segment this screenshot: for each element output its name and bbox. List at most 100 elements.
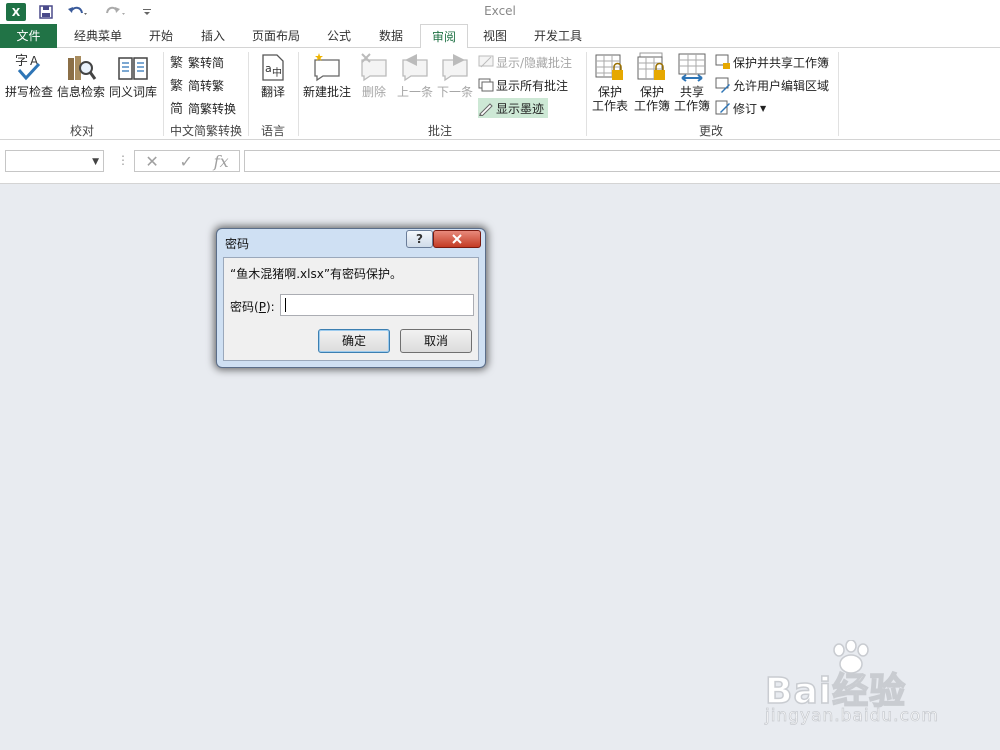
formula-input[interactable] bbox=[244, 150, 1000, 172]
tab-page-layout[interactable]: 页面布局 bbox=[244, 24, 308, 48]
spell-check-label: 拼写检查 bbox=[4, 85, 53, 99]
protect-workbook-label-2: 工作簿 bbox=[633, 99, 670, 113]
share-workbook-icon bbox=[678, 53, 706, 82]
close-button[interactable] bbox=[433, 230, 481, 248]
group-divider bbox=[163, 52, 164, 136]
ribbon-review: 字A 拼写检查 信息检索 同义词库 校对 繁 繁转简 繁 简转繁 简 简繁转换 … bbox=[0, 48, 1000, 140]
protect-sheet-label-2: 工作表 bbox=[591, 99, 628, 113]
share-workbook-label-1: 共享 bbox=[679, 85, 704, 99]
tab-home[interactable]: 开始 bbox=[140, 24, 182, 48]
previous-comment-button[interactable]: 上一条 bbox=[396, 52, 434, 99]
protect-workbook-icon bbox=[637, 52, 665, 80]
password-label-post: ): bbox=[265, 300, 275, 314]
previous-comment-icon bbox=[402, 54, 428, 82]
password-dialog: 密码 ? “鱼木混猪啊.xlsx”有密码保护。 密码(P): 确定 取消 bbox=[216, 228, 486, 368]
cancel-entry-icon[interactable]: ✕ bbox=[145, 152, 158, 171]
confirm-entry-icon[interactable]: ✓ bbox=[180, 152, 193, 171]
chinese-convert-icon: 简 bbox=[170, 100, 186, 117]
tab-developer[interactable]: 开发工具 bbox=[526, 24, 590, 48]
track-changes-button[interactable]: 修订 ▼ bbox=[715, 98, 766, 118]
tab-review[interactable]: 审阅 bbox=[420, 24, 468, 49]
trad-to-simp-button[interactable]: 繁 繁转简 bbox=[170, 52, 224, 72]
ok-button[interactable]: 确定 bbox=[318, 329, 390, 353]
simp-to-trad-button[interactable]: 繁 简转繁 bbox=[170, 75, 224, 95]
tab-formulas[interactable]: 公式 bbox=[318, 24, 360, 48]
tab-view[interactable]: 视图 bbox=[474, 24, 516, 48]
show-ink-button[interactable]: 显示墨迹 bbox=[478, 98, 549, 118]
show-hide-comment-button[interactable]: 显示/隐藏批注 bbox=[478, 52, 572, 72]
show-ink-icon bbox=[478, 100, 494, 117]
svg-text:简: 简 bbox=[170, 101, 183, 116]
svg-text:繁: 繁 bbox=[170, 78, 183, 93]
show-all-comments-icon bbox=[478, 77, 494, 93]
group-label-proofing: 校对 bbox=[69, 124, 94, 138]
thesaurus-button[interactable]: 同义词库 bbox=[108, 52, 158, 99]
help-button[interactable]: ? bbox=[406, 230, 433, 248]
password-input[interactable] bbox=[280, 294, 474, 316]
research-icon bbox=[68, 56, 97, 80]
svg-text:字: 字 bbox=[15, 54, 28, 69]
name-box[interactable]: ▼ bbox=[5, 150, 104, 172]
trad-to-simp-label: 繁转简 bbox=[188, 55, 225, 70]
protect-share-label: 保护并共享工作簿 bbox=[733, 55, 830, 70]
insert-function-icon[interactable]: fx bbox=[214, 152, 229, 171]
group-label-comments: 批注 bbox=[427, 124, 452, 138]
chevron-down-icon[interactable]: ▼ bbox=[92, 157, 99, 167]
tab-file[interactable]: 文件 bbox=[0, 24, 57, 48]
group-label-language: 语言 bbox=[260, 124, 285, 138]
simp-to-trad-icon: 繁 bbox=[170, 77, 186, 94]
tab-data[interactable]: 数据 bbox=[370, 24, 412, 48]
allow-edit-ranges-icon bbox=[715, 77, 731, 93]
formula-bar-grip-icon[interactable]: ⋮ bbox=[117, 153, 129, 167]
cancel-button[interactable]: 取消 bbox=[400, 329, 472, 353]
next-comment-button[interactable]: 下一条 bbox=[436, 52, 474, 99]
research-label: 信息检索 bbox=[56, 85, 105, 99]
protect-share-button[interactable]: 保护并共享工作簿 bbox=[715, 52, 829, 72]
translate-label: 翻译 bbox=[260, 85, 285, 99]
password-label-key: P bbox=[258, 300, 266, 314]
translate-button[interactable]: a中 翻译 bbox=[254, 52, 292, 99]
simp-to-trad-label: 简转繁 bbox=[188, 78, 225, 93]
chinese-convert-label: 简繁转换 bbox=[188, 101, 237, 116]
tab-classic-menu[interactable]: 经典菜单 bbox=[64, 24, 132, 48]
new-comment-button[interactable]: 新建批注 bbox=[302, 52, 352, 99]
group-divider bbox=[838, 52, 839, 136]
new-comment-label: 新建批注 bbox=[302, 85, 351, 99]
group-divider bbox=[586, 52, 587, 136]
share-workbook-label-2: 工作簿 bbox=[673, 99, 710, 113]
chinese-convert-button[interactable]: 简 简繁转换 bbox=[170, 98, 236, 118]
svg-text:a: a bbox=[265, 62, 272, 75]
chevron-down-icon: ▼ bbox=[760, 103, 767, 113]
close-icon bbox=[452, 234, 462, 244]
thesaurus-icon bbox=[118, 57, 148, 80]
protect-workbook-label-1: 保护 bbox=[639, 85, 664, 99]
research-button[interactable]: 信息检索 bbox=[56, 52, 106, 99]
delete-comment-button[interactable]: 删除 bbox=[356, 52, 392, 99]
next-comment-icon bbox=[442, 54, 468, 82]
tab-insert[interactable]: 插入 bbox=[192, 24, 234, 48]
protect-share-icon bbox=[715, 54, 731, 70]
show-all-comments-label: 显示所有批注 bbox=[496, 78, 569, 93]
protect-sheet-label-1: 保护 bbox=[597, 85, 622, 99]
allow-edit-ranges-button[interactable]: 允许用户编辑区域 bbox=[715, 75, 829, 95]
group-divider bbox=[248, 52, 249, 136]
formula-buttons: ✕ ✓ fx bbox=[134, 150, 240, 172]
protect-workbook-button[interactable]: 保护 工作簿 bbox=[632, 52, 672, 113]
app-title: Excel bbox=[484, 4, 516, 18]
svg-text:中: 中 bbox=[272, 66, 282, 79]
delete-comment-label: 删除 bbox=[361, 85, 386, 99]
protect-sheet-button[interactable]: 保护 工作表 bbox=[590, 52, 630, 113]
delete-comment-icon bbox=[361, 53, 387, 82]
show-hide-comment-icon bbox=[478, 54, 494, 70]
track-changes-label: 修订 bbox=[733, 101, 758, 116]
watermark: Bai经验 jingyan.baidu.com bbox=[764, 640, 985, 730]
spell-check-button[interactable]: 字A 拼写检查 bbox=[4, 52, 54, 99]
allow-edit-ranges-label: 允许用户编辑区域 bbox=[733, 78, 830, 93]
dialog-message: “鱼木混猪啊.xlsx”有密码保护。 bbox=[230, 267, 403, 281]
group-label-chinese: 中文简繁转换 bbox=[169, 124, 242, 138]
share-workbook-button[interactable]: 共享 工作簿 bbox=[672, 52, 712, 113]
group-label-changes: 更改 bbox=[698, 124, 723, 138]
translate-icon: a中 bbox=[262, 54, 284, 81]
show-hide-comment-label: 显示/隐藏批注 bbox=[496, 55, 573, 70]
show-all-comments-button[interactable]: 显示所有批注 bbox=[478, 75, 568, 95]
